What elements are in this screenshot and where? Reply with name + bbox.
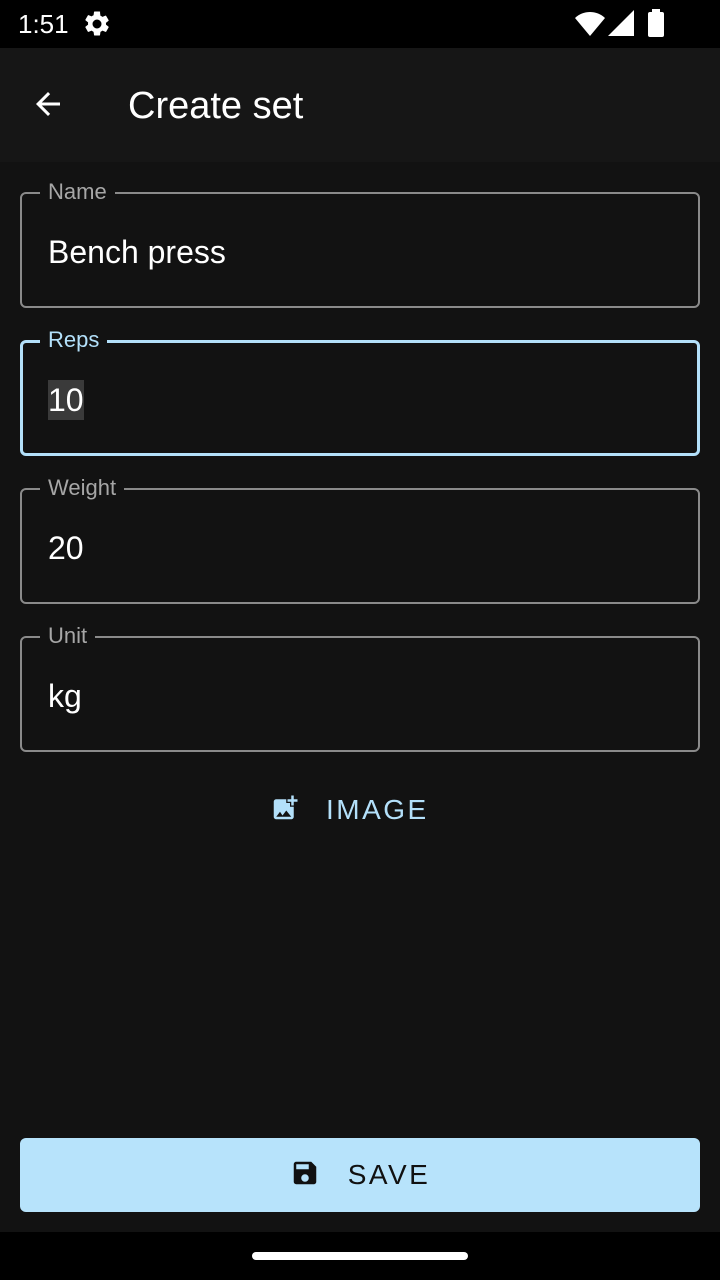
app-bar: Create set bbox=[0, 48, 720, 162]
reps-field-value[interactable]: 10 bbox=[48, 380, 84, 420]
add-photo-icon bbox=[270, 793, 300, 828]
status-bar: 1:51 bbox=[0, 0, 720, 48]
weight-field-value[interactable]: 20 bbox=[48, 528, 84, 568]
unit-field-value[interactable]: kg bbox=[48, 676, 82, 716]
weight-field[interactable]: Weight 20 bbox=[20, 474, 700, 604]
reps-field-label: Reps bbox=[40, 326, 108, 354]
add-image-button[interactable]: IMAGE bbox=[270, 780, 450, 840]
status-time: 1:51 bbox=[18, 9, 69, 39]
name-field[interactable]: Name Bench press bbox=[20, 178, 700, 308]
arrow-back-icon bbox=[30, 86, 66, 127]
page-title: Create set bbox=[128, 85, 304, 127]
save-icon bbox=[290, 1158, 320, 1193]
unit-field-label: Unit bbox=[40, 622, 96, 650]
add-image-button-label: IMAGE bbox=[326, 794, 429, 825]
save-button[interactable]: SAVE bbox=[20, 1138, 700, 1212]
save-button-label: SAVE bbox=[347, 1159, 431, 1190]
signal-icon bbox=[608, 10, 634, 41]
name-field-value[interactable]: Bench press bbox=[48, 232, 226, 272]
name-field-label: Name bbox=[40, 178, 115, 206]
reps-field[interactable]: Reps 10 bbox=[20, 326, 700, 456]
battery-icon bbox=[647, 9, 665, 42]
gear-icon bbox=[82, 9, 112, 44]
wifi-icon bbox=[574, 10, 606, 43]
navigation-bar bbox=[0, 1232, 720, 1280]
weight-field-label: Weight bbox=[40, 474, 125, 502]
home-gesture-handle[interactable] bbox=[252, 1252, 468, 1260]
back-button[interactable] bbox=[20, 78, 76, 134]
unit-field[interactable]: Unit kg bbox=[20, 622, 700, 752]
